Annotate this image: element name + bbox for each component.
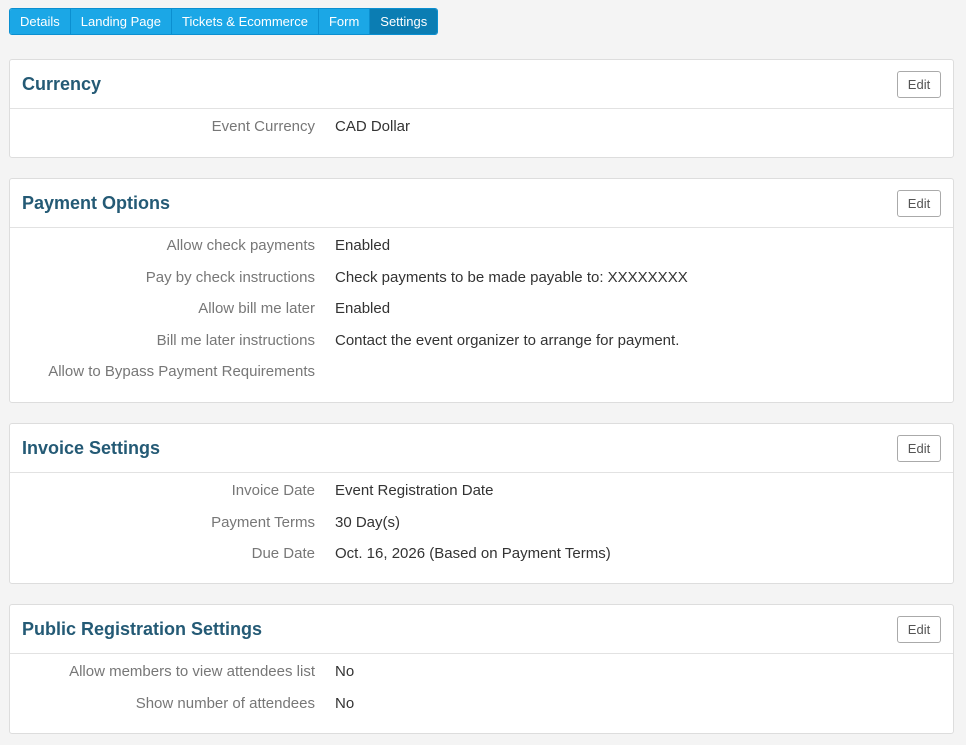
setting-value: No xyxy=(335,663,355,680)
currency-panel-body: Event Currency CAD Dollar xyxy=(10,109,953,148)
invoice-settings-edit-button[interactable]: Edit xyxy=(897,435,941,462)
setting-value xyxy=(315,361,335,393)
payment-options-panel-body: Allow check payments Enabled Pay by chec… xyxy=(10,228,953,393)
setting-row: Payment Terms 30 Day(s) xyxy=(10,512,953,544)
public-registration-panel-body: Allow members to view attendees list No … xyxy=(10,654,953,724)
setting-value: Contact the event organizer to arrange f… xyxy=(335,331,680,349)
payment-options-panel-header: Payment Options Edit xyxy=(10,179,953,228)
setting-value: Enabled xyxy=(335,237,391,254)
setting-row: Event Currency CAD Dollar xyxy=(10,116,953,148)
setting-label: Show number of attendees xyxy=(135,694,315,712)
setting-value: Event Registration Date xyxy=(335,482,494,499)
setting-value: No xyxy=(335,694,355,712)
setting-row: Allow to Bypass Payment Requirements xyxy=(10,361,953,393)
currency-edit-button[interactable]: Edit xyxy=(897,71,941,98)
invoice-settings-panel-body: Invoice Date Event Registration Date Pay… xyxy=(10,473,953,575)
invoice-settings-panel: Invoice Settings Edit Invoice Date Event… xyxy=(9,423,954,584)
tab-settings[interactable]: Settings xyxy=(370,9,438,34)
setting-label: Event Currency xyxy=(211,118,315,135)
setting-label: Bill me later instructions xyxy=(156,331,315,349)
tab-bar: Details Landing Page Tickets & Ecommerce… xyxy=(9,8,439,35)
public-registration-panel-header: Public Registration Settings Edit xyxy=(10,605,953,654)
setting-label: Allow members to view attendees list xyxy=(69,663,315,680)
setting-label: Allow check payments xyxy=(166,237,315,254)
tab-tickets-ecommerce[interactable]: Tickets & Ecommerce xyxy=(172,9,319,34)
payment-options-edit-button[interactable]: Edit xyxy=(897,190,941,217)
setting-row: Pay by check instructions Check payments… xyxy=(10,267,953,299)
currency-panel: Currency Edit Event Currency CAD Dollar xyxy=(9,59,954,158)
public-registration-panel-title: Public Registration Settings xyxy=(22,619,263,639)
invoice-settings-panel-header: Invoice Settings Edit xyxy=(10,424,953,473)
setting-row: Allow check payments Enabled xyxy=(10,235,953,267)
tab-details[interactable]: Details xyxy=(10,9,71,34)
payment-options-panel-title: Payment Options xyxy=(22,193,171,213)
tab-landing-page[interactable]: Landing Page xyxy=(70,9,172,34)
tab-form[interactable]: Form xyxy=(318,9,371,34)
payment-options-panel: Payment Options Edit Allow check payment… xyxy=(9,178,954,403)
currency-panel-header: Currency Edit xyxy=(10,60,953,109)
setting-label: Allow bill me later xyxy=(198,300,315,317)
setting-label: Allow to Bypass Payment Requirements xyxy=(48,363,315,380)
invoice-settings-panel-title: Invoice Settings xyxy=(22,438,161,458)
setting-row: Show number of attendees No xyxy=(10,693,953,725)
setting-label: Invoice Date xyxy=(231,482,315,499)
setting-value: 30 Day(s) xyxy=(335,513,401,531)
setting-row: Bill me later instructions Contact the e… xyxy=(10,330,953,362)
setting-value: CAD Dollar xyxy=(335,118,411,135)
setting-label: Payment Terms xyxy=(211,513,315,531)
setting-row: Allow bill me later Enabled xyxy=(10,298,953,330)
public-registration-edit-button[interactable]: Edit xyxy=(897,616,941,643)
public-registration-panel: Public Registration Settings Edit Allow … xyxy=(9,604,954,734)
setting-label: Pay by check instructions xyxy=(145,268,315,286)
setting-value: Check payments to be made payable to: XX… xyxy=(335,268,688,286)
setting-row: Due Date Oct. 16, 2026 (Based on Payment… xyxy=(10,543,953,575)
setting-value: Enabled xyxy=(335,300,391,317)
setting-row: Allow members to view attendees list No xyxy=(10,661,953,693)
currency-panel-title: Currency xyxy=(22,74,102,94)
setting-label: Due Date xyxy=(251,545,315,562)
setting-row: Invoice Date Event Registration Date xyxy=(10,480,953,512)
setting-value: Oct. 16, 2026 (Based on Payment Terms) xyxy=(335,545,611,562)
